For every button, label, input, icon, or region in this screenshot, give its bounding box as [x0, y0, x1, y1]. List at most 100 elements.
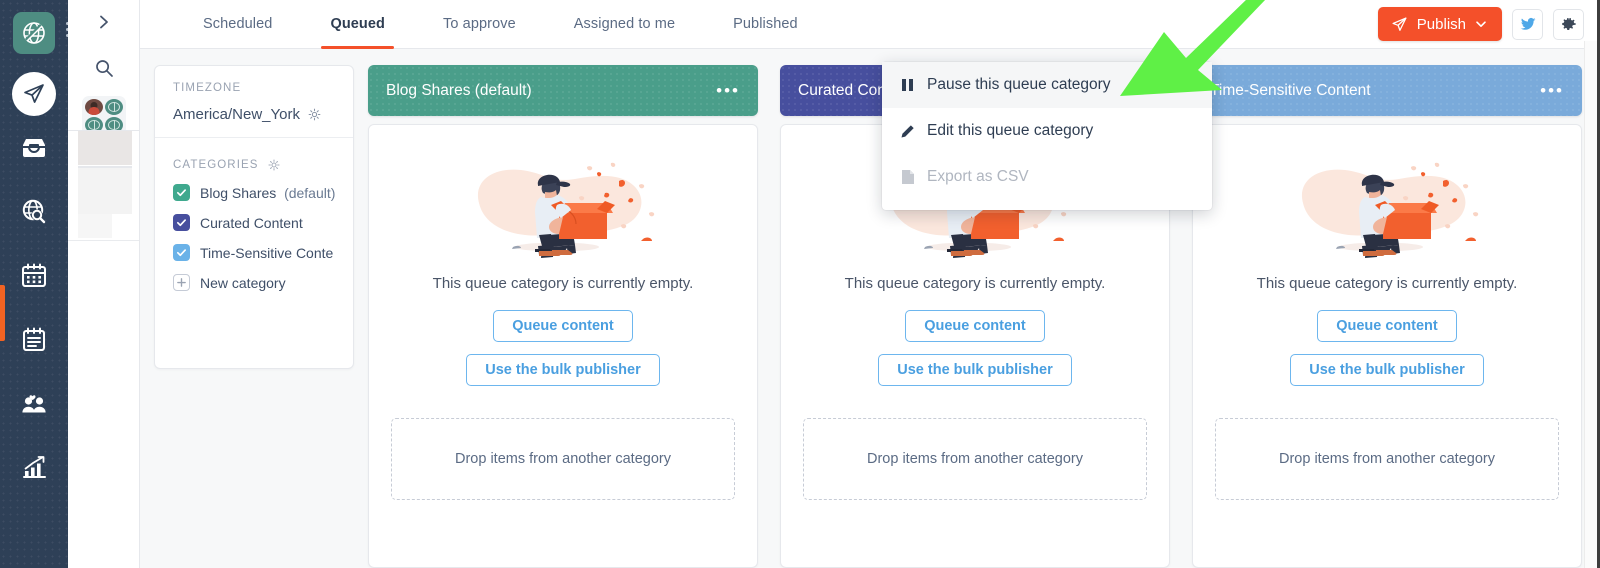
tab-queued[interactable]: Queued [301, 0, 414, 49]
search-icon [95, 60, 113, 77]
tab-published[interactable]: Published [704, 0, 827, 48]
tab-label: Queued [330, 16, 386, 32]
timezone-value-row[interactable]: America/New_York [173, 106, 335, 123]
ellipsis-icon[interactable]: ••• [716, 82, 740, 99]
categories-heading: CATEGORIES [173, 158, 335, 172]
queue-clipboard-icon [23, 327, 45, 351]
person-carrying-box-illustration [1277, 147, 1497, 259]
gear-icon[interactable] [307, 107, 322, 122]
calendar-icon [22, 263, 46, 287]
new-category-button[interactable]: New category [173, 274, 335, 291]
dropzone[interactable]: Drop items from another category [391, 418, 735, 500]
column-title: Blog Shares (default) [386, 81, 532, 99]
menu-item-label: Edit this queue category [927, 122, 1094, 139]
panel-placeholder-block [78, 168, 132, 214]
column-title: Time-Sensitive Content [1210, 81, 1371, 99]
category-checkbox-time-sensitive[interactable]: Time-Sensitive Conte [173, 244, 335, 261]
sidebar-item-calendar[interactable] [0, 244, 68, 308]
file-csv-icon [900, 169, 915, 185]
tab-bar: Scheduled Queued To approve Assigned to … [140, 0, 827, 49]
category-label: Blog Shares (default) [200, 185, 335, 201]
scrollbar-gutter[interactable] [1584, 41, 1597, 568]
category-name: Curated Content [200, 214, 303, 231]
menu-item-label: Export as CSV [927, 168, 1029, 185]
timezone-value: America/New_York [173, 106, 300, 123]
tab-label: To approve [443, 16, 516, 32]
sidebar-item-audience[interactable] [0, 372, 68, 436]
sidebar-item-inbox[interactable] [0, 116, 68, 180]
queue-category-context-menu: Pause this queue category Edit this queu… [882, 62, 1212, 210]
menu-item-export-as-csv: Export as CSV [882, 154, 1212, 200]
expand-panel-button[interactable] [68, 0, 139, 44]
checkbox-checked-icon[interactable] [173, 184, 190, 201]
sidebar-item-discovery[interactable] [0, 180, 68, 244]
bulk-publisher-button[interactable]: Use the bulk publisher [466, 354, 660, 386]
category-checkbox-curated-content[interactable]: Curated Content [173, 214, 335, 231]
column-body: This queue category is currently empty. … [1192, 124, 1582, 568]
channel-panel [68, 0, 140, 568]
tab-to-approve[interactable]: To approve [414, 0, 545, 48]
chevron-right-icon [99, 15, 108, 29]
menu-item-edit-queue-category[interactable]: Edit this queue category [882, 108, 1212, 154]
queue-content-button[interactable]: Queue content [493, 310, 633, 342]
active-nav-marker [0, 285, 5, 341]
person-carrying-box-illustration [453, 147, 673, 259]
column-header: Blog Shares (default) ••• [368, 65, 758, 116]
paper-plane-compose-icon[interactable] [12, 72, 56, 116]
gear-icon[interactable] [267, 158, 281, 172]
column-body: This queue category is currently empty. … [368, 124, 758, 568]
people-icon [22, 395, 46, 413]
publish-button[interactable]: Publish [1377, 7, 1502, 41]
search-button[interactable] [68, 44, 139, 92]
bulk-publisher-button[interactable]: Use the bulk publisher [878, 354, 1072, 386]
twitter-channel-button[interactable] [1512, 8, 1543, 40]
top-bar: Scheduled Queued To approve Assigned to … [140, 0, 1600, 49]
main-area: Scheduled Queued To approve Assigned to … [140, 0, 1600, 568]
paper-plane-icon [1392, 16, 1407, 31]
category-name: Time-Sensitive Conte [200, 244, 334, 261]
panel-divider [68, 240, 139, 241]
publish-label: Publish [1416, 15, 1466, 33]
queue-column-blog-shares: Blog Shares (default) ••• This queue cat… [368, 65, 758, 568]
category-checkbox-blog-shares[interactable]: Blog Shares (default) [173, 184, 335, 201]
settings-button[interactable] [1553, 8, 1584, 40]
plus-box-icon[interactable] [173, 274, 190, 291]
queue-content-button[interactable]: Queue content [905, 310, 1045, 342]
globe-logo-icon[interactable] [13, 12, 69, 54]
pencil-icon [900, 124, 915, 139]
person-avatar [84, 99, 103, 115]
gear-icon [1561, 18, 1576, 30]
globe-search-icon [22, 199, 46, 224]
categories-heading-label: CATEGORIES [173, 159, 259, 171]
tab-label: Scheduled [203, 16, 273, 32]
ellipsis-icon[interactable]: ••• [1540, 82, 1564, 99]
timezone-section: TIMEZONE America/New_York [155, 66, 353, 137]
globe-avatar [104, 99, 123, 115]
panel-placeholder-block [78, 131, 132, 165]
empty-message: This queue category is currently empty. [1256, 275, 1518, 292]
pause-icon [900, 78, 915, 92]
categories-section: CATEGORIES Blog Shares (default) Curated… [155, 137, 353, 318]
panel-placeholder-block [78, 214, 112, 238]
analytics-bar-chart-icon [23, 456, 46, 478]
tab-label: Assigned to me [573, 16, 676, 32]
category-label: Curated Content [200, 215, 303, 231]
dropzone[interactable]: Drop items from another category [1215, 418, 1559, 500]
tab-assigned-to-me[interactable]: Assigned to me [545, 0, 704, 48]
tab-label: Published [733, 16, 798, 32]
dropzone[interactable]: Drop items from another category [803, 418, 1147, 500]
sidebar-item-queue[interactable] [0, 308, 68, 372]
inbox-icon [23, 139, 45, 157]
category-suffix: (default) [284, 184, 336, 201]
bulk-publisher-button[interactable]: Use the bulk publisher [1290, 354, 1484, 386]
queue-column-time-sensitive: Time-Sensitive Content ••• This queue ca… [1192, 65, 1582, 568]
chevron-down-icon [1476, 21, 1486, 27]
menu-item-pause-queue-category[interactable]: Pause this queue category [882, 62, 1212, 108]
primary-nav-rail [0, 0, 69, 568]
checkbox-checked-icon[interactable] [173, 244, 190, 261]
queue-content: TIMEZONE America/New_York CATEGORIES Blo… [140, 49, 1600, 568]
sidebar-item-analytics[interactable] [0, 436, 68, 500]
queue-content-button[interactable]: Queue content [1317, 310, 1457, 342]
checkbox-checked-icon[interactable] [173, 214, 190, 231]
tab-scheduled[interactable]: Scheduled [174, 0, 301, 48]
